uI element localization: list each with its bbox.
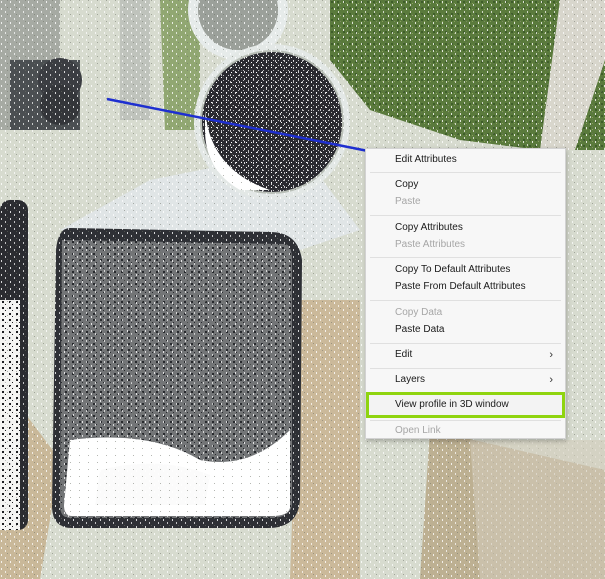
menu-separator	[370, 300, 561, 301]
context-menu: Edit Attributes Copy Paste Copy Attribut…	[365, 148, 566, 439]
menu-item-label: Paste Attributes	[395, 239, 466, 250]
menu-item-paste-data[interactable]: Paste Data	[366, 320, 565, 340]
chevron-right-icon: ›	[549, 349, 553, 361]
menu-separator	[370, 215, 561, 216]
menu-item-label: Copy Attributes	[395, 222, 463, 233]
menu-separator	[370, 172, 561, 173]
menu-separator	[370, 368, 561, 369]
menu-separator	[370, 257, 561, 258]
menu-item-label: Copy To Default Attributes	[395, 264, 511, 275]
menu-item-edit-attributes[interactable]: Edit Attributes	[366, 150, 565, 170]
menu-item-edit[interactable]: Edit ›	[366, 345, 565, 365]
menu-item-layers[interactable]: Layers ›	[366, 370, 565, 390]
menu-item-label: View profile in 3D window	[395, 399, 509, 410]
menu-item-label: Paste From Default Attributes	[395, 281, 526, 292]
menu-item-label: Copy	[395, 179, 419, 190]
menu-item-paste-from-default-attributes[interactable]: Paste From Default Attributes	[366, 277, 565, 297]
menu-item-label: Open Link	[395, 425, 441, 436]
menu-item-label: Paste	[395, 196, 421, 207]
menu-item-label: Edit Attributes	[395, 154, 457, 165]
menu-item-label: Copy Data	[395, 307, 443, 318]
menu-item-label: Edit	[395, 349, 413, 360]
menu-item-view-profile-3d[interactable]: View profile in 3D window	[366, 395, 565, 415]
menu-item-paste: Paste	[366, 192, 565, 212]
menu-item-label: Layers	[395, 374, 426, 385]
menu-item-paste-attributes: Paste Attributes	[366, 235, 565, 255]
menu-item-open-link: Open Link	[366, 421, 565, 441]
menu-item-label: Paste Data	[395, 324, 445, 335]
menu-separator	[370, 343, 561, 344]
chevron-right-icon: ›	[549, 374, 553, 386]
